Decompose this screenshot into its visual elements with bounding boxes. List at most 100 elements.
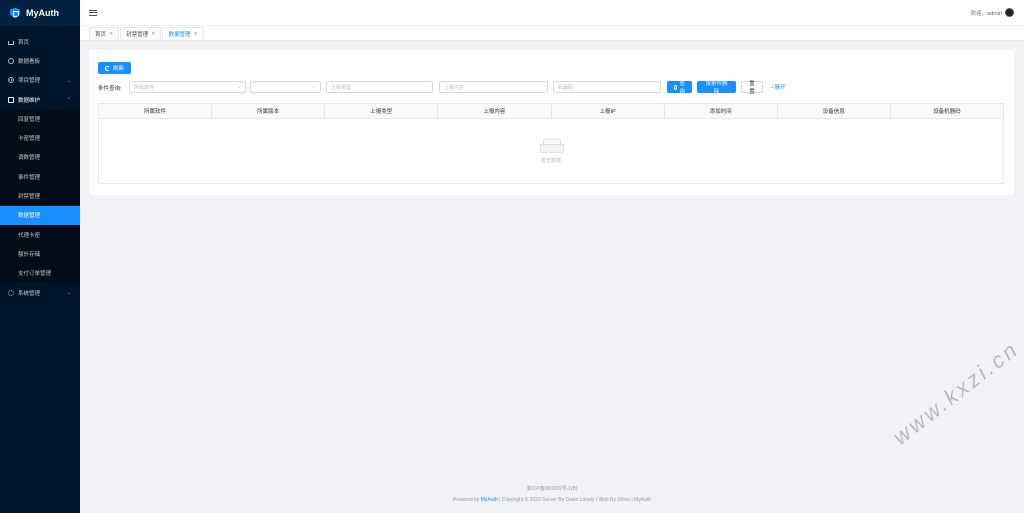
sidebar-item-projects[interactable]: 项目管理 ⌄ xyxy=(0,71,80,90)
report-type-placeholder: 上报类型 xyxy=(331,84,352,91)
project-icon xyxy=(8,77,14,84)
search-icon xyxy=(674,84,678,90)
chevron-down-icon: ⌄ xyxy=(236,84,241,90)
sidebar-item-label: 数据看板 xyxy=(18,58,41,65)
sidebar-subitem-storage[interactable]: 额外存储 xyxy=(0,244,80,263)
refresh-label: 刷新 xyxy=(113,66,125,72)
software-select[interactable]: 所属软件 ⌄ xyxy=(129,81,246,93)
settings-icon xyxy=(8,289,14,296)
delete-by-condition-button[interactable]: 按条件删除 xyxy=(697,81,736,95)
home-icon xyxy=(8,40,14,45)
empty-text: 暂无数据 xyxy=(540,157,561,164)
sidebar-subitem-agent-cards[interactable]: 代理卡密 xyxy=(0,225,80,244)
tab-label: 首页 xyxy=(95,32,107,38)
search-label: 查 询 xyxy=(679,81,685,95)
report-content-input[interactable]: 上报内容 xyxy=(439,81,548,93)
chevron-down-icon: ⌄ xyxy=(311,84,316,90)
dashboard-icon xyxy=(8,57,14,64)
avatar[interactable] xyxy=(1005,8,1014,17)
side-menu: 首页 数据看板 项目管理 ⌄ 数据维护 ⌃ 回复管理 卡密管理 调数管理 事件管… xyxy=(0,26,80,302)
sidebar-item-label: 项目管理 xyxy=(18,78,41,85)
sidebar-subitem-bans[interactable]: 封禁管理 xyxy=(0,186,80,205)
chevron-down-icon: ⌄ xyxy=(66,77,71,84)
submenu-data-maintenance: 回复管理 卡密管理 调数管理 事件管理 封禁管理 数据管理 代理卡密 额外存储 … xyxy=(0,109,80,283)
menu-fold-icon[interactable] xyxy=(89,9,97,16)
chevron-up-icon: ⌃ xyxy=(66,96,71,103)
filter-form: 条件查询: 所属软件 ⌄ ⌄ 上报类型 上报内容 机器码 查 询 按条件删除 重… xyxy=(98,81,1008,95)
sidebar-item-label: 事件管理 xyxy=(18,174,41,181)
sidebar: MyAuth 首页 数据看板 项目管理 ⌄ 数据维护 ⌃ 回复管理 卡密管理 调… xyxy=(0,0,80,513)
page-tabs: 首页 ✕ 封禁管理 ✕ 数据管理 ✕ xyxy=(80,26,1024,41)
powered-prefix: Powered by xyxy=(452,497,481,503)
sidebar-item-label: 支付订单管理 xyxy=(18,271,52,278)
myauth-link[interactable]: MyAuth xyxy=(481,497,498,503)
sidebar-item-home[interactable]: 首页 xyxy=(0,32,80,51)
sidebar-subitem-calls[interactable]: 调数管理 xyxy=(0,148,80,167)
search-button[interactable]: 查 询 xyxy=(667,81,692,95)
column-header: 上报类型 xyxy=(325,104,439,118)
delete-label: 按条件删除 xyxy=(705,81,728,95)
filter-label: 条件查询: xyxy=(98,86,122,92)
column-header: 所属软件 xyxy=(99,104,213,118)
column-header: 设备信息 xyxy=(778,104,891,118)
app-name: MyAuth xyxy=(26,8,59,18)
sidebar-item-system[interactable]: 系统管理 ⌄ xyxy=(0,283,80,302)
sidebar-subitem-reply[interactable]: 回复管理 xyxy=(0,109,80,128)
shield-logo-icon xyxy=(10,7,20,19)
sidebar-item-label: 封禁管理 xyxy=(18,194,41,201)
column-header: 设备机器码 xyxy=(933,109,961,115)
report-content-placeholder: 上报内容 xyxy=(444,84,465,91)
tab-home[interactable]: 首页 ✕ xyxy=(89,27,120,40)
sidebar-item-label: 回复管理 xyxy=(18,116,41,123)
reset-label: 重 置 xyxy=(749,81,755,95)
version-select[interactable]: ⌄ xyxy=(250,81,321,93)
refresh-icon xyxy=(105,65,110,71)
table-header: 所属软件 所属版本 上报类型 上报内容 上报IP 添加时间 设备信息 设备机器码 xyxy=(99,104,1003,119)
copyright-footer: Powered by MyAuth | Copyright © 2022 Ser… xyxy=(80,497,1024,503)
data-table: 所属软件 所属版本 上报类型 上报内容 上报IP 添加时间 设备信息 设备机器码… xyxy=(98,103,1004,184)
empty-inbox-icon xyxy=(540,138,564,153)
expand-label: 展开 xyxy=(774,85,786,91)
icp-footer: 浙ICP备000001号-1(B) xyxy=(80,485,1024,492)
empty-state: 暂无数据 xyxy=(99,119,1003,183)
sidebar-item-label: 系统管理 xyxy=(18,290,41,297)
close-icon[interactable]: ✕ xyxy=(193,31,197,37)
copyright-text: | Copyright © 2022 Server By Dawn.Lonely… xyxy=(497,497,652,503)
column-header: 上报IP xyxy=(552,104,665,118)
close-icon[interactable]: ✕ xyxy=(151,31,155,37)
tab-label: 数据管理 xyxy=(168,32,191,38)
tab-data-management[interactable]: 数据管理 ✕ xyxy=(162,27,204,40)
database-icon xyxy=(8,96,14,103)
machine-code-placeholder: 机器码 xyxy=(558,84,574,91)
welcome-text: 欢迎，admin xyxy=(970,10,1002,17)
machine-code-input[interactable]: 机器码 xyxy=(553,81,661,93)
column-header: 添加时间 xyxy=(665,104,778,118)
expand-link[interactable]: ⌄ 展开 xyxy=(770,83,786,91)
column-header: 所属版本 xyxy=(212,104,326,118)
column-header: 上报内容 xyxy=(438,104,552,118)
sidebar-subitem-data[interactable]: 数据管理 xyxy=(0,205,80,225)
sidebar-item-dashboard[interactable]: 数据看板 xyxy=(0,51,80,70)
sidebar-item-label: 数据管理 xyxy=(18,213,41,220)
logo[interactable]: MyAuth xyxy=(0,0,80,26)
tab-ban-management[interactable]: 封禁管理 ✕ xyxy=(120,27,162,40)
tab-label: 封禁管理 xyxy=(126,32,149,38)
chevron-down-icon: ⌄ xyxy=(66,289,71,296)
sidebar-item-data-maintenance[interactable]: 数据维护 ⌃ xyxy=(0,90,80,109)
close-icon[interactable]: ✕ xyxy=(109,31,113,37)
sidebar-subitem-events[interactable]: 事件管理 xyxy=(0,167,80,186)
content-card: 刷新 条件查询: 所属软件 ⌄ ⌄ 上报类型 上报内容 机器码 查 询 按条件删… xyxy=(89,50,1014,195)
sidebar-item-label: 代理卡密 xyxy=(18,232,41,239)
icp-text[interactable]: 浙ICP备000001号-1(B) xyxy=(526,486,577,492)
sidebar-subitem-cards[interactable]: 卡密管理 xyxy=(0,128,80,147)
sidebar-subitem-orders[interactable]: 支付订单管理 xyxy=(0,264,80,283)
sidebar-item-label: 卡密管理 xyxy=(18,136,41,143)
reset-button[interactable]: 重 置 xyxy=(741,81,763,95)
sidebar-item-label: 调数管理 xyxy=(18,155,41,162)
sidebar-item-label: 额外存储 xyxy=(18,251,41,258)
user-menu[interactable]: 欢迎，admin xyxy=(971,8,1014,17)
refresh-button[interactable]: 刷新 xyxy=(98,62,131,74)
software-placeholder: 所属软件 xyxy=(134,84,155,91)
top-header: 欢迎，admin xyxy=(80,0,1024,26)
report-type-input[interactable]: 上报类型 xyxy=(326,81,433,93)
